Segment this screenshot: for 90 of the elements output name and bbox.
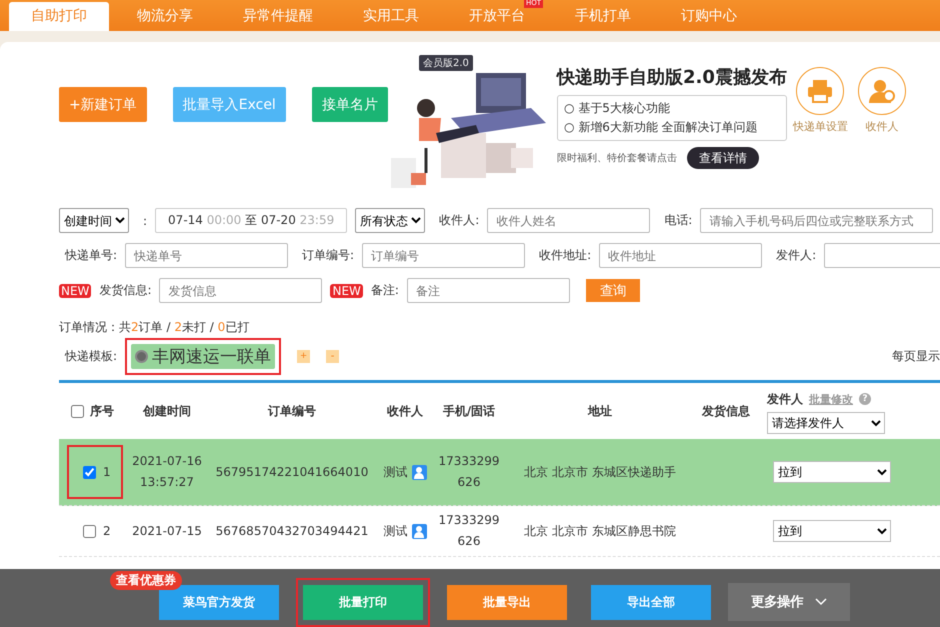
nav-tab[interactable]: 实用工具 xyxy=(341,2,441,31)
table-cell-text: 17333299 xyxy=(438,453,500,470)
promo-note: 限时福利、特价套餐请点击 xyxy=(557,152,677,165)
bulk-action-button[interactable]: 批量打印 xyxy=(303,584,423,620)
order-summary: 订单情况：共2订单 / 2未打 / 0已打 xyxy=(59,319,250,336)
text-field[interactable]: 订单编号 xyxy=(362,243,526,268)
date-type-select[interactable]: 创建时间 xyxy=(59,208,129,233)
column-header: 地址 xyxy=(588,402,612,420)
field-label: 发件人: xyxy=(776,247,816,264)
text-field[interactable]: 发货信息 xyxy=(159,278,322,303)
nav-tab[interactable]: 异常件提醒 xyxy=(221,2,335,31)
template-option[interactable]: 丰网速运一联单 xyxy=(131,344,276,368)
table-cell-text: 1 xyxy=(103,464,111,480)
feature-item: ○ 新增6大新功能 全面解决订单问题 xyxy=(564,119,759,136)
date-range-field[interactable]: 07-14 00:00 至 07-20 23:59 xyxy=(155,208,348,233)
bulk-action-button[interactable]: 导出全部 xyxy=(591,584,711,620)
bulk-action-button[interactable]: 菜鸟官方发货 xyxy=(159,584,279,620)
printer-icon xyxy=(807,79,834,103)
more-actions-button[interactable]: 更多操作 xyxy=(728,583,850,621)
status-select[interactable]: 所有状态 xyxy=(355,208,426,233)
table-cell-text: 测试 xyxy=(384,464,408,480)
coupon-badge[interactable]: 查看优惠券 xyxy=(110,571,182,590)
bulk-edit-link[interactable]: 批量修改 xyxy=(809,388,853,410)
field-label: 备注: xyxy=(370,282,399,299)
table-cell-text: 626 xyxy=(458,474,480,491)
field-label: 发货信息: xyxy=(99,282,152,299)
help-icon[interactable]: ? xyxy=(859,393,871,405)
column-header: 创建时间 xyxy=(143,402,191,420)
table-cell-text: 2021-07-16 xyxy=(132,453,202,470)
column-header: 手机/固话 xyxy=(442,402,496,420)
table-cell-text: 626 xyxy=(458,533,480,550)
query-button[interactable]: 查询 xyxy=(586,279,640,302)
new-badge: NEW xyxy=(59,284,92,298)
text-field[interactable]: 备注 xyxy=(406,278,570,303)
nav-tab[interactable]: 物流分享 xyxy=(115,2,215,31)
table-cell-text: 56768570432703494421 xyxy=(216,522,368,540)
column-header: 发货信息 xyxy=(702,402,750,420)
row-checkbox[interactable] xyxy=(83,524,96,538)
nav-tab[interactable]: 订购中心 xyxy=(659,2,759,31)
sender-select[interactable]: 拉到 xyxy=(773,461,891,483)
chevron-down-icon xyxy=(815,598,827,606)
table-cell-text: 北京 北京市 东城区快递助手 xyxy=(524,464,676,480)
table-row[interactable]: 1 2021-07-16 13:57:27 56795174221041664010 测试 17333299 626 北京 北京市 东城区快递助手 拉到 xyxy=(59,439,940,506)
row-checkbox[interactable] xyxy=(83,466,96,478)
per-page-label: 每页显示 xyxy=(892,348,940,364)
contact-icon[interactable] xyxy=(412,464,426,480)
feature-item: ○ 基于5大核心功能 xyxy=(564,100,671,117)
nav-tab[interactable]: 手机打单 xyxy=(553,2,653,31)
table-cell-text: 56795174221041664010 xyxy=(216,464,368,480)
select-all-checkbox[interactable] xyxy=(71,404,84,418)
colon-text: : xyxy=(143,214,148,228)
sender-select[interactable]: 拉到 xyxy=(773,520,891,542)
table-cell-text: 2 xyxy=(103,522,111,540)
table-cell-text: 测试 xyxy=(384,522,408,540)
text-field[interactable]: 快递单号 xyxy=(125,243,288,268)
details-button[interactable]: 查看详情 xyxy=(687,147,759,169)
table-row[interactable]: 2 2021-07-15 56768570432703494421 测试 17333299 626 北京 北京市 东城区静思书院 拉到 xyxy=(59,506,940,557)
action-button[interactable]: +新建订单 xyxy=(59,87,147,122)
table-cell-text: 13:57:27 xyxy=(140,474,194,491)
person-icon xyxy=(868,78,895,104)
shortcut-button[interactable]: 快递单设置 xyxy=(792,67,848,192)
banner-title: 快递助手自助版2.0震撼发布 xyxy=(557,66,787,89)
text-field[interactable] xyxy=(824,243,940,268)
nav-tab[interactable]: 自助打印 xyxy=(9,2,109,31)
table-cell-text: 2021-07-15 xyxy=(132,522,202,540)
column-header: 收件人 xyxy=(387,402,423,420)
text-field[interactable]: 收件地址 xyxy=(599,243,762,268)
text-field[interactable]: 请输入手机号码后四位或完整联系方式 xyxy=(700,208,934,233)
version-badge: 会员版2.0 xyxy=(419,55,473,71)
text-field[interactable]: 收件人姓名 xyxy=(487,208,650,233)
shortcut-button[interactable]: 收件人 xyxy=(858,67,906,192)
field-label: 收件地址: xyxy=(539,247,592,264)
bulk-action-button[interactable]: 批量导出 xyxy=(447,584,567,620)
field-label: 快递单号: xyxy=(65,247,118,264)
action-button[interactable]: 接单名片 xyxy=(312,87,388,122)
remove-template-button[interactable]: - xyxy=(326,350,340,362)
column-header: 序号 xyxy=(90,402,114,420)
table-cell-text: 北京 北京市 东城区静思书院 xyxy=(524,522,676,540)
action-button[interactable]: 批量导入Excel xyxy=(172,87,286,122)
table-cell-text: 17333299 xyxy=(438,512,500,529)
contact-icon[interactable] xyxy=(412,524,426,538)
new-badge: NEW xyxy=(330,284,363,298)
column-header: 发件人 xyxy=(767,390,803,408)
field-label: 订单编号: xyxy=(302,247,354,264)
template-label: 快递模板: xyxy=(65,348,118,364)
sender-select[interactable]: 请选择发件人 xyxy=(767,412,885,434)
field-label: 收件人: xyxy=(439,212,480,229)
column-header: 订单编号 xyxy=(268,402,316,420)
field-label: 电话: xyxy=(664,212,692,229)
add-template-button[interactable]: + xyxy=(297,350,310,362)
